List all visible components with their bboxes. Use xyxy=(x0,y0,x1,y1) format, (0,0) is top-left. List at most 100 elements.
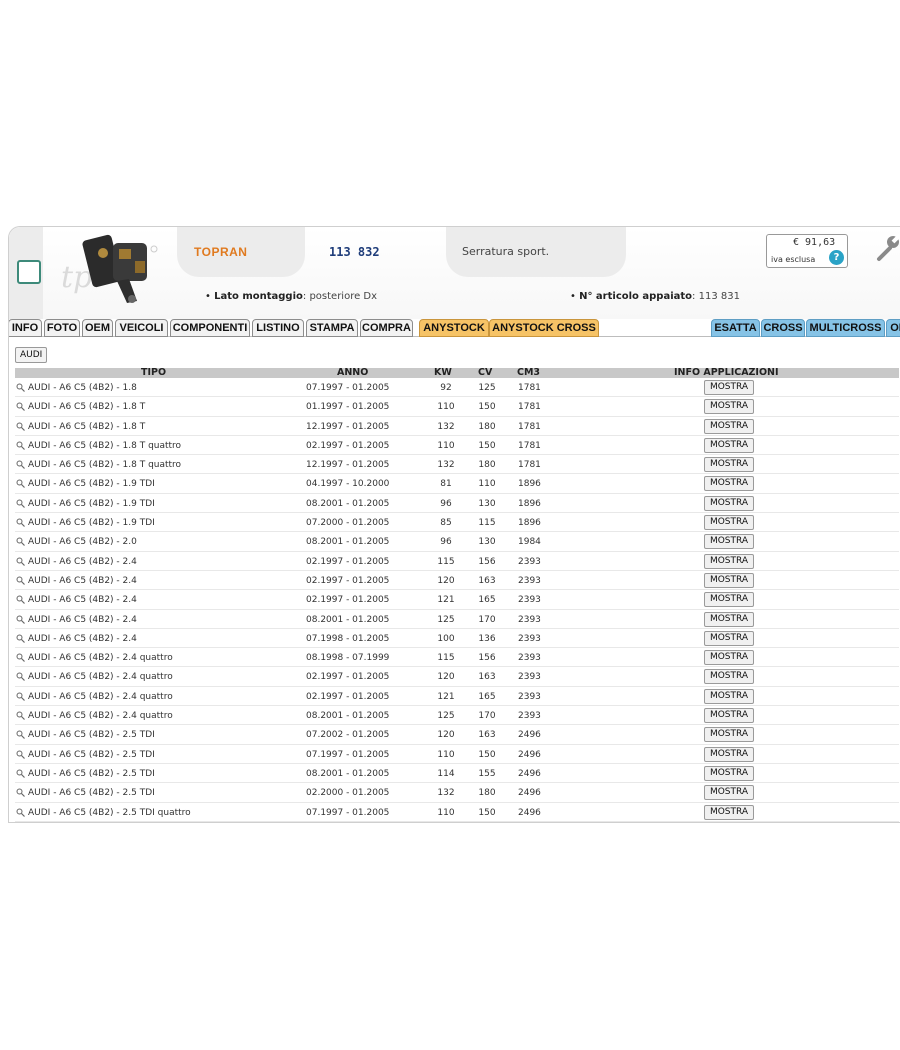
cell-tipo[interactable]: AUDI - A6 C5 (4B2) - 1.8 xyxy=(28,383,137,393)
mostra-button[interactable]: MOSTRA xyxy=(704,592,754,608)
mounting-side: • Lato montaggio: posteriore Dx xyxy=(205,291,378,302)
magnifier-icon[interactable] xyxy=(16,537,25,547)
cell-tipo[interactable]: AUDI - A6 C5 (4B2) - 2.4 xyxy=(28,615,137,625)
magnifier-icon[interactable] xyxy=(16,422,25,431)
mostra-button[interactable]: MOSTRA xyxy=(704,495,754,511)
cell-tipo[interactable]: AUDI - A6 C5 (4B2) - 1.8 T xyxy=(28,402,145,412)
tab-esatta[interactable]: ESATTA xyxy=(711,319,760,337)
magnifier-icon[interactable] xyxy=(16,672,25,682)
magnifier-icon[interactable] xyxy=(16,711,25,720)
cell-tipo[interactable]: AUDI - A6 C5 (4B2) - 2.4 quattro xyxy=(28,653,173,663)
mostra-button[interactable]: MOSTRA xyxy=(704,650,754,666)
cell-kw: 132 xyxy=(437,788,455,799)
mostra-button[interactable]: MOSTRA xyxy=(704,669,754,685)
tab-stampa[interactable]: STAMPA xyxy=(306,319,358,337)
cell-tipo[interactable]: AUDI - A6 C5 (4B2) - 2.4 quattro xyxy=(28,692,173,702)
cell-tipo[interactable]: AUDI - A6 C5 (4B2) - 2.0 xyxy=(28,537,137,547)
mostra-button[interactable]: MOSTRA xyxy=(704,534,754,550)
magnifier-icon[interactable] xyxy=(16,576,25,585)
mostra-button[interactable]: MOSTRA xyxy=(704,804,754,820)
magnifier-icon[interactable] xyxy=(16,692,25,701)
magnifier-icon[interactable] xyxy=(16,441,25,450)
mostra-button[interactable]: MOSTRA xyxy=(704,727,754,743)
tab-oi[interactable]: OI xyxy=(886,319,900,337)
tab-componenti[interactable]: COMPONENTI xyxy=(170,319,250,337)
select-checkbox[interactable] xyxy=(17,260,41,284)
magnifier-icon[interactable] xyxy=(16,460,25,470)
magnifier-icon[interactable] xyxy=(16,595,25,605)
cell-anno: 12.1997 - 01.2005 xyxy=(306,421,390,432)
mostra-button[interactable]: MOSTRA xyxy=(704,572,754,588)
cell-tipo[interactable]: AUDI - A6 C5 (4B2) - 2.4 xyxy=(28,557,137,567)
mostra-button[interactable]: MOSTRA xyxy=(704,553,754,569)
brand-name[interactable]: TOPRAN xyxy=(194,245,247,259)
make-filter-button[interactable]: AUDI xyxy=(15,347,48,363)
cell-tipo[interactable]: AUDI - A6 C5 (4B2) - 1.9 TDI xyxy=(28,479,155,489)
tab-compra[interactable]: COMPRA xyxy=(360,319,413,337)
magnifier-icon[interactable] xyxy=(16,479,25,489)
magnifier-icon[interactable] xyxy=(16,808,25,817)
cell-tipo[interactable]: AUDI - A6 C5 (4B2) - 1.8 T xyxy=(28,422,145,432)
mostra-button[interactable]: MOSTRA xyxy=(704,399,754,415)
help-icon[interactable]: ? xyxy=(829,250,844,265)
cell-tipo[interactable]: AUDI - A6 C5 (4B2) - 2.5 TDI xyxy=(28,730,155,740)
tab-anystock-cross[interactable]: ANYSTOCK CROSS xyxy=(489,319,599,337)
mostra-button[interactable]: MOSTRA xyxy=(704,630,754,646)
mostra-button[interactable]: MOSTRA xyxy=(704,437,754,453)
mostra-button[interactable]: MOSTRA xyxy=(704,688,754,704)
magnifier-icon[interactable] xyxy=(16,615,25,624)
magnifier-icon[interactable] xyxy=(16,402,25,412)
cell-tipo[interactable]: AUDI - A6 C5 (4B2) - 2.4 xyxy=(28,595,137,605)
cell-cm3: 2496 xyxy=(518,788,541,799)
mostra-button[interactable]: MOSTRA xyxy=(704,746,754,762)
magnifier-icon[interactable] xyxy=(16,634,25,643)
cell-cm3: 1896 xyxy=(518,498,541,509)
cell-tipo[interactable]: AUDI - A6 C5 (4B2) - 2.5 TDI xyxy=(28,769,155,779)
mostra-button[interactable]: MOSTRA xyxy=(704,476,754,492)
magnifier-icon[interactable] xyxy=(16,788,25,798)
cell-tipo[interactable]: AUDI - A6 C5 (4B2) - 1.8 T quattro xyxy=(28,441,181,451)
cell-tipo[interactable]: AUDI - A6 C5 (4B2) - 2.5 TDI quattro xyxy=(28,808,191,818)
mostra-button[interactable]: MOSTRA xyxy=(704,708,754,724)
magnifier-icon[interactable] xyxy=(16,518,25,528)
cell-tipo[interactable]: AUDI - A6 C5 (4B2) - 1.9 TDI xyxy=(28,518,155,528)
tab-info[interactable]: INFO xyxy=(9,319,42,337)
tab-multicross[interactable]: MULTICROSS xyxy=(806,319,885,337)
cell-cm3: 2496 xyxy=(518,730,541,741)
tab-listino[interactable]: LISTINO xyxy=(252,319,304,337)
mostra-button[interactable]: MOSTRA xyxy=(704,457,754,473)
wrench-icon[interactable] xyxy=(871,233,900,263)
mostra-button[interactable]: MOSTRA xyxy=(704,380,754,395)
mostra-button[interactable]: MOSTRA xyxy=(704,765,754,781)
price-box: € 91,63 iva esclusa ? xyxy=(766,234,848,268)
cell-tipo[interactable]: AUDI - A6 C5 (4B2) - 2.4 quattro xyxy=(28,711,173,721)
tab-cross[interactable]: CROSS xyxy=(761,319,805,337)
cell-tipo[interactable]: AUDI - A6 C5 (4B2) - 1.8 T quattro xyxy=(28,460,181,470)
cell-tipo[interactable]: AUDI - A6 C5 (4B2) - 2.5 TDI xyxy=(28,750,155,760)
magnifier-icon[interactable] xyxy=(16,499,25,508)
mostra-button[interactable]: MOSTRA xyxy=(704,611,754,627)
table-row: AUDI - A6 C5 (4B2) - 2.5 TDI 08.2001 - 01… xyxy=(15,764,899,784)
tab-veicoli[interactable]: VEICOLI xyxy=(115,319,168,337)
cell-tipo[interactable]: AUDI - A6 C5 (4B2) - 2.4 xyxy=(28,634,137,644)
magnifier-icon[interactable] xyxy=(16,750,25,759)
tab-foto[interactable]: FOTO xyxy=(44,319,80,337)
magnifier-icon[interactable] xyxy=(16,653,25,663)
cell-cv: 163 xyxy=(478,730,496,741)
magnifier-icon[interactable] xyxy=(16,383,25,392)
magnifier-icon[interactable] xyxy=(16,730,25,740)
cell-cv: 125 xyxy=(478,383,496,393)
mostra-button[interactable]: MOSTRA xyxy=(704,785,754,801)
cell-tipo[interactable]: AUDI - A6 C5 (4B2) - 1.9 TDI xyxy=(28,499,155,509)
cell-anno: 07.2000 - 01.2005 xyxy=(306,518,390,529)
mostra-button[interactable]: MOSTRA xyxy=(704,515,754,531)
tab-oem[interactable]: OEM xyxy=(82,319,113,337)
tab-anystock[interactable]: ANYSTOCK xyxy=(419,319,489,337)
cell-tipo[interactable]: AUDI - A6 C5 (4B2) - 2.4 xyxy=(28,576,137,586)
cell-tipo[interactable]: AUDI - A6 C5 (4B2) - 2.5 TDI xyxy=(28,788,155,798)
mostra-button[interactable]: MOSTRA xyxy=(704,418,754,434)
magnifier-icon[interactable] xyxy=(16,769,25,778)
cell-tipo[interactable]: AUDI - A6 C5 (4B2) - 2.4 quattro xyxy=(28,672,173,682)
magnifier-icon[interactable] xyxy=(16,557,25,566)
product-image[interactable]: tpr xyxy=(57,231,167,307)
